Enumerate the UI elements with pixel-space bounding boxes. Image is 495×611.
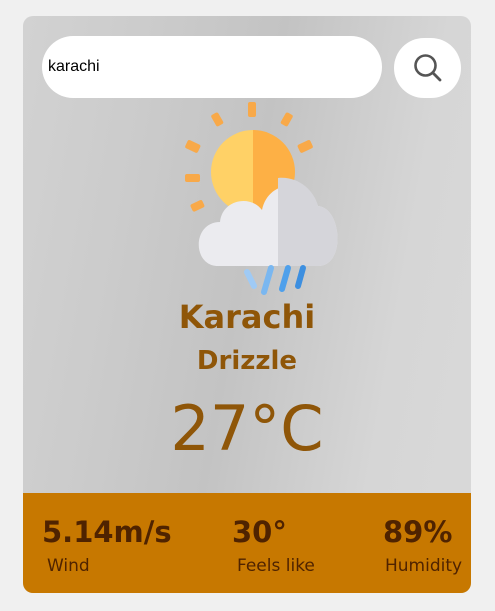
feels-like-label: Feels like	[237, 556, 315, 576]
weather-stats-bar: 5.14m/s Wind 30° Feels like 89% Humidity	[23, 493, 471, 593]
wind-value: 5.14m/s	[42, 515, 172, 549]
sun-cloud-rain-icon	[185, 102, 338, 295]
humidity-value: 89%	[383, 515, 453, 549]
feels-like-value: 30°	[232, 515, 287, 549]
city-search-input[interactable]	[42, 36, 382, 98]
temperature: 27°C	[170, 392, 324, 465]
city-name: Karachi	[178, 298, 316, 336]
humidity-label: Humidity	[385, 556, 463, 576]
search-icon	[413, 54, 441, 82]
weather-card: Karachi Drizzle 27°C 5.14m/s Wind 30° Fe…	[23, 16, 471, 593]
search-button[interactable]	[394, 38, 461, 98]
weather-condition: Drizzle	[196, 346, 298, 376]
wind-label: Wind	[47, 556, 90, 576]
